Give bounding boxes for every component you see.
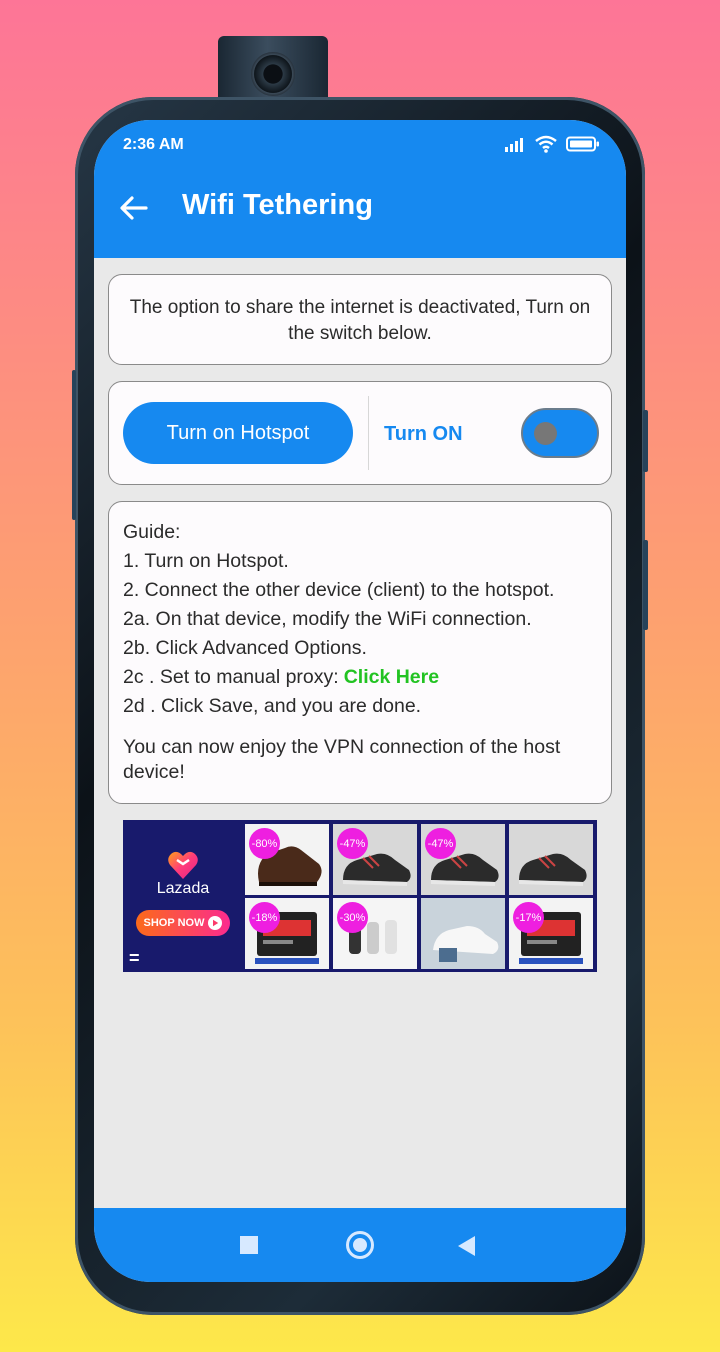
shop-now-button[interactable]: SHOP NOW xyxy=(136,910,230,936)
play-circle-icon xyxy=(208,916,223,930)
guide-step: 2d . Click Save, and you are done. xyxy=(123,695,422,717)
click-here-link[interactable]: Click Here xyxy=(344,666,439,688)
turn-on-hotspot-button[interactable]: Turn on Hotspot xyxy=(123,402,353,464)
ad-banner[interactable]: Lazada SHOP NOW = -80% -47% -47% -18% -30% -1… xyxy=(123,820,597,972)
ad-product-tile[interactable]: -17% xyxy=(509,898,593,969)
guide-step-proxy: 2c . Set to manual proxy: Click Here xyxy=(123,663,597,692)
notice-card: The option to share the internet is deac… xyxy=(108,274,612,365)
recents-icon[interactable] xyxy=(240,1236,258,1254)
guide-step: 2. Connect the other device (client) to … xyxy=(123,579,555,601)
guide-outro: You can now enjoy the VPN connection of … xyxy=(123,736,561,783)
discount-badge: -47% xyxy=(337,828,368,859)
camera-lens xyxy=(251,52,295,96)
hotspot-card: Turn on Hotspot Turn ON xyxy=(108,381,612,485)
ad-product-tile[interactable]: -30% xyxy=(333,898,417,969)
battery-icon xyxy=(566,136,599,152)
status-icons xyxy=(504,135,600,153)
app-bar: Wifi Tethering xyxy=(94,170,626,258)
phone-power-button xyxy=(643,540,648,630)
ad-product-tile[interactable]: -80% xyxy=(245,824,329,895)
discount-badge: -18% xyxy=(249,902,280,933)
discount-badge: -30% xyxy=(337,902,368,933)
guide-heading: Guide: xyxy=(123,521,181,543)
ad-brand-panel: Lazada SHOP NOW = xyxy=(123,820,243,972)
guide-step: 1. Turn on Hotspot. xyxy=(123,550,289,572)
app-screen: 2:36 AM Wifi Tethering The option to sha… xyxy=(94,120,626,1282)
page-title: Wifi Tethering xyxy=(182,189,373,221)
guide-step: 2b. Click Advanced Options. xyxy=(123,637,367,659)
sneaker-image xyxy=(509,824,593,895)
ad-product-tile[interactable] xyxy=(421,898,505,969)
guide-step-text: 2c . Set to manual proxy: xyxy=(123,666,339,688)
ad-product-tile[interactable]: -18% xyxy=(245,898,329,969)
lazada-heart-icon xyxy=(168,851,198,879)
ad-product-tile[interactable] xyxy=(509,824,593,895)
back-triangle-icon[interactable] xyxy=(458,1236,475,1256)
guide-card: Guide: 1. Turn on Hotspot. 2. Connect th… xyxy=(108,501,612,804)
divider xyxy=(368,396,369,470)
white-sneaker-image xyxy=(421,898,505,969)
navigation-bar xyxy=(94,1208,626,1282)
phone-volume-button xyxy=(643,410,648,472)
discount-badge: -47% xyxy=(425,828,456,859)
menu-lines-icon: = xyxy=(129,948,140,968)
guide-step: 2a. On that device, modify the WiFi conn… xyxy=(123,608,532,630)
switch-knob[interactable] xyxy=(534,422,557,445)
hotspot-switch[interactable] xyxy=(521,408,599,458)
back-arrow-icon[interactable] xyxy=(118,192,150,224)
home-icon[interactable] xyxy=(346,1231,374,1259)
status-bar: 2:36 AM xyxy=(94,120,626,170)
ad-brand-name: Lazada xyxy=(156,880,210,897)
discount-badge: -17% xyxy=(513,902,544,933)
discount-badge: -80% xyxy=(249,828,280,859)
turn-on-label: Turn ON xyxy=(384,423,463,445)
signal-icon xyxy=(505,138,523,152)
wifi-icon xyxy=(535,135,557,153)
phone-side-button-left xyxy=(72,370,76,520)
ad-product-tile[interactable]: -47% xyxy=(421,824,505,895)
ad-product-tile[interactable]: -47% xyxy=(333,824,417,895)
notice-text: The option to share the internet is deac… xyxy=(129,297,591,344)
popup-camera xyxy=(218,36,328,98)
shop-now-label: SHOP NOW xyxy=(143,917,205,929)
status-time: 2:36 AM xyxy=(123,136,184,153)
